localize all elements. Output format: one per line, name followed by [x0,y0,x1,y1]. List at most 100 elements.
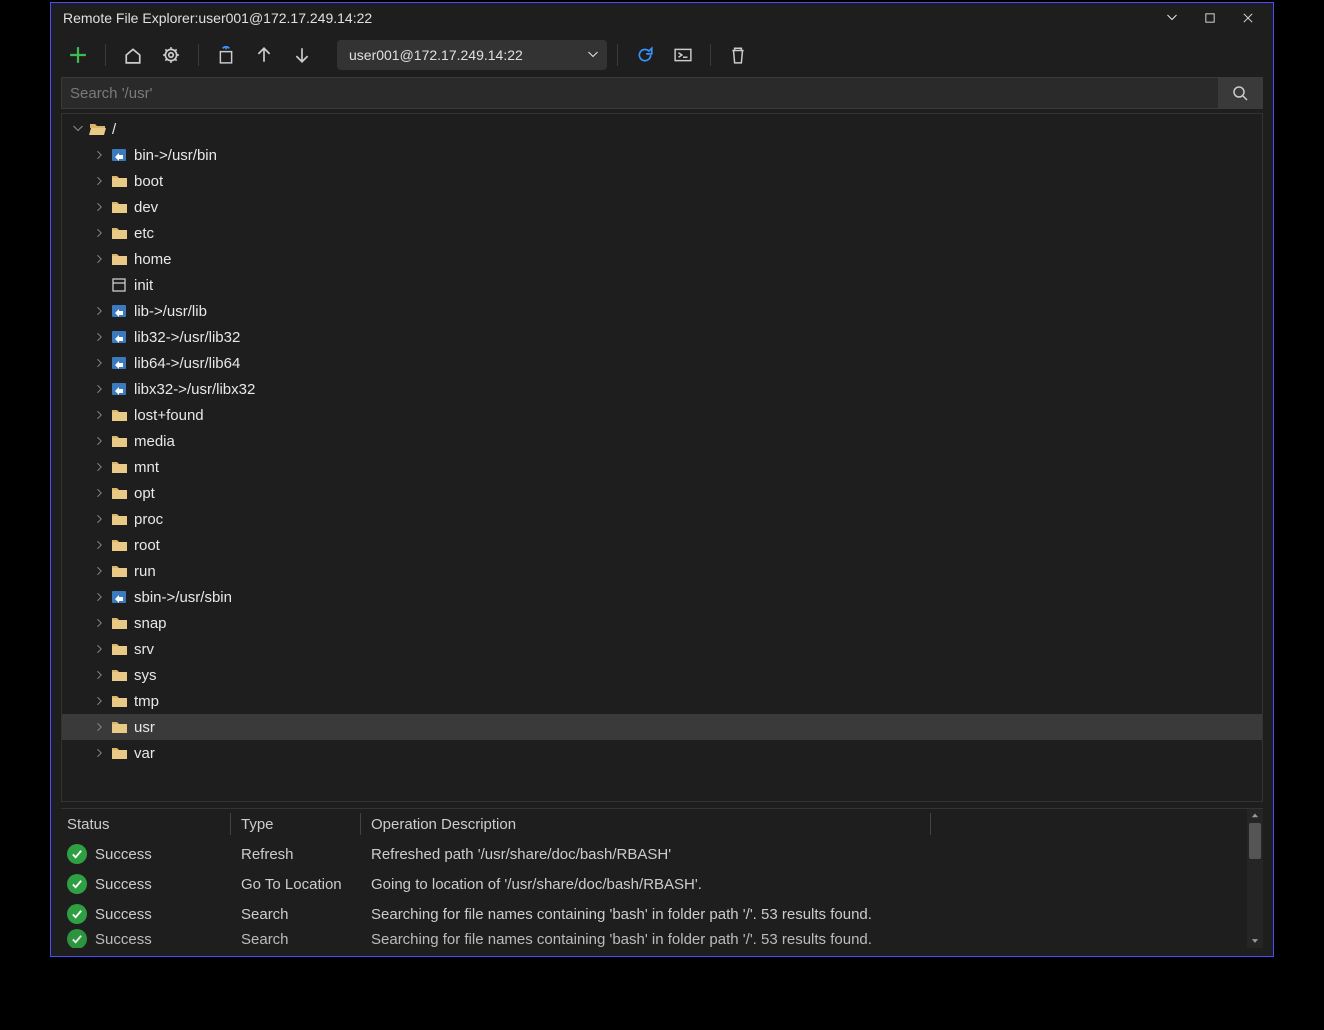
expand-icon[interactable] [94,201,106,213]
expand-icon[interactable] [94,149,106,161]
success-icon [67,844,87,864]
tree-label: home [134,251,172,268]
tree-item[interactable]: tmp [62,688,1262,714]
scroll-down-icon[interactable] [1247,934,1263,948]
tree-item[interactable]: lib64->/usr/lib64 [62,350,1262,376]
tree-item[interactable]: snap [62,610,1262,636]
tree-label: sbin->/usr/sbin [134,589,232,606]
log-row[interactable]: SuccessRefreshRefreshed path '/usr/share… [61,839,1247,869]
expand-icon[interactable] [94,461,106,473]
expand-icon[interactable] [94,591,106,603]
expand-icon[interactable] [94,331,106,343]
log-row[interactable]: SuccessSearchSearching for file names co… [61,929,1247,948]
tree-item[interactable]: etc [62,220,1262,246]
expand-icon[interactable] [94,383,106,395]
symlink-icon [110,146,128,164]
expand-icon[interactable] [94,409,106,421]
home-button[interactable] [116,38,150,72]
settings-button[interactable] [154,38,188,72]
tree-label: var [134,745,155,762]
expand-icon[interactable] [94,253,106,265]
terminal-button[interactable] [666,38,700,72]
expand-icon[interactable] [94,669,106,681]
type-text: Search [231,931,361,948]
expand-icon[interactable] [94,539,106,551]
file-tree[interactable]: / bin->/usr/bin boot dev etc home initlib->/u… [61,113,1263,802]
log-row[interactable]: SuccessSearchSearching for file names co… [61,899,1247,929]
expand-icon[interactable] [94,435,106,447]
col-type[interactable]: Type [231,813,361,835]
tree-item[interactable]: bin->/usr/bin [62,142,1262,168]
expand-icon[interactable] [94,747,106,759]
delete-button[interactable] [721,38,755,72]
tree-item[interactable]: run [62,558,1262,584]
tree-label: opt [134,485,155,502]
tree-item[interactable]: init [62,272,1262,298]
tree-label: lib64->/usr/lib64 [134,355,240,372]
scroll-up-icon[interactable] [1247,809,1263,823]
tree-label: lost+found [134,407,204,424]
folder-icon [110,718,128,736]
folder-icon [110,484,128,502]
folder-icon [110,198,128,216]
expand-icon[interactable] [94,721,106,733]
tree-label: boot [134,173,163,190]
folder-icon [110,172,128,190]
expand-icon[interactable] [94,227,106,239]
log-row[interactable]: SuccessGo To LocationGoing to location o… [61,869,1247,899]
app-window: Remote File Explorer:user001@172.17.249.… [50,2,1274,957]
scroll-thumb[interactable] [1249,823,1261,859]
upload-button[interactable] [247,38,281,72]
tree-label: etc [134,225,154,242]
new-button[interactable] [61,38,95,72]
tree-item[interactable]: var [62,740,1262,766]
minimize-button[interactable] [1153,4,1191,32]
expand-icon[interactable] [94,617,106,629]
expand-icon[interactable] [94,357,106,369]
tree-item[interactable]: usr [62,714,1262,740]
tree-item[interactable]: sbin->/usr/sbin [62,584,1262,610]
type-text: Refresh [231,846,361,863]
expand-icon[interactable] [94,513,106,525]
maximize-button[interactable] [1191,4,1229,32]
folder-icon [110,510,128,528]
tree-root[interactable]: / [62,116,1262,142]
tree-item[interactable]: lib32->/usr/lib32 [62,324,1262,350]
success-icon [67,874,87,894]
tree-item[interactable]: root [62,532,1262,558]
expand-icon[interactable] [94,305,106,317]
tree-item[interactable]: home [62,246,1262,272]
tree-item[interactable]: lib->/usr/lib [62,298,1262,324]
success-icon [67,904,87,924]
tree-item[interactable]: proc [62,506,1262,532]
connection-select[interactable]: user001@172.17.249.14:22 [337,40,607,70]
tree-item[interactable]: dev [62,194,1262,220]
tree-item[interactable]: lost+found [62,402,1262,428]
status-text: Success [95,906,152,923]
search-input[interactable] [62,85,1218,102]
chevron-down-icon [587,49,599,61]
expand-icon[interactable] [94,695,106,707]
tree-item[interactable]: boot [62,168,1262,194]
tree-item[interactable]: media [62,428,1262,454]
col-status[interactable]: Status [61,813,231,835]
status-text: Success [95,931,152,948]
tree-label: / [112,121,116,138]
tree-item[interactable]: libx32->/usr/libx32 [62,376,1262,402]
search-button[interactable] [1218,78,1262,108]
refresh-button[interactable] [628,38,662,72]
expand-icon[interactable] [94,643,106,655]
expand-icon[interactable] [94,175,106,187]
expand-icon[interactable] [94,487,106,499]
tree-item[interactable]: sys [62,662,1262,688]
col-desc[interactable]: Operation Description [361,813,931,835]
tree-item[interactable]: srv [62,636,1262,662]
tree-item[interactable]: mnt [62,454,1262,480]
upload-file-button[interactable] [209,38,243,72]
tree-item[interactable]: opt [62,480,1262,506]
search-icon [1232,85,1248,101]
log-scrollbar[interactable] [1247,809,1263,948]
download-button[interactable] [285,38,319,72]
expand-icon[interactable] [94,565,106,577]
close-button[interactable] [1229,4,1267,32]
